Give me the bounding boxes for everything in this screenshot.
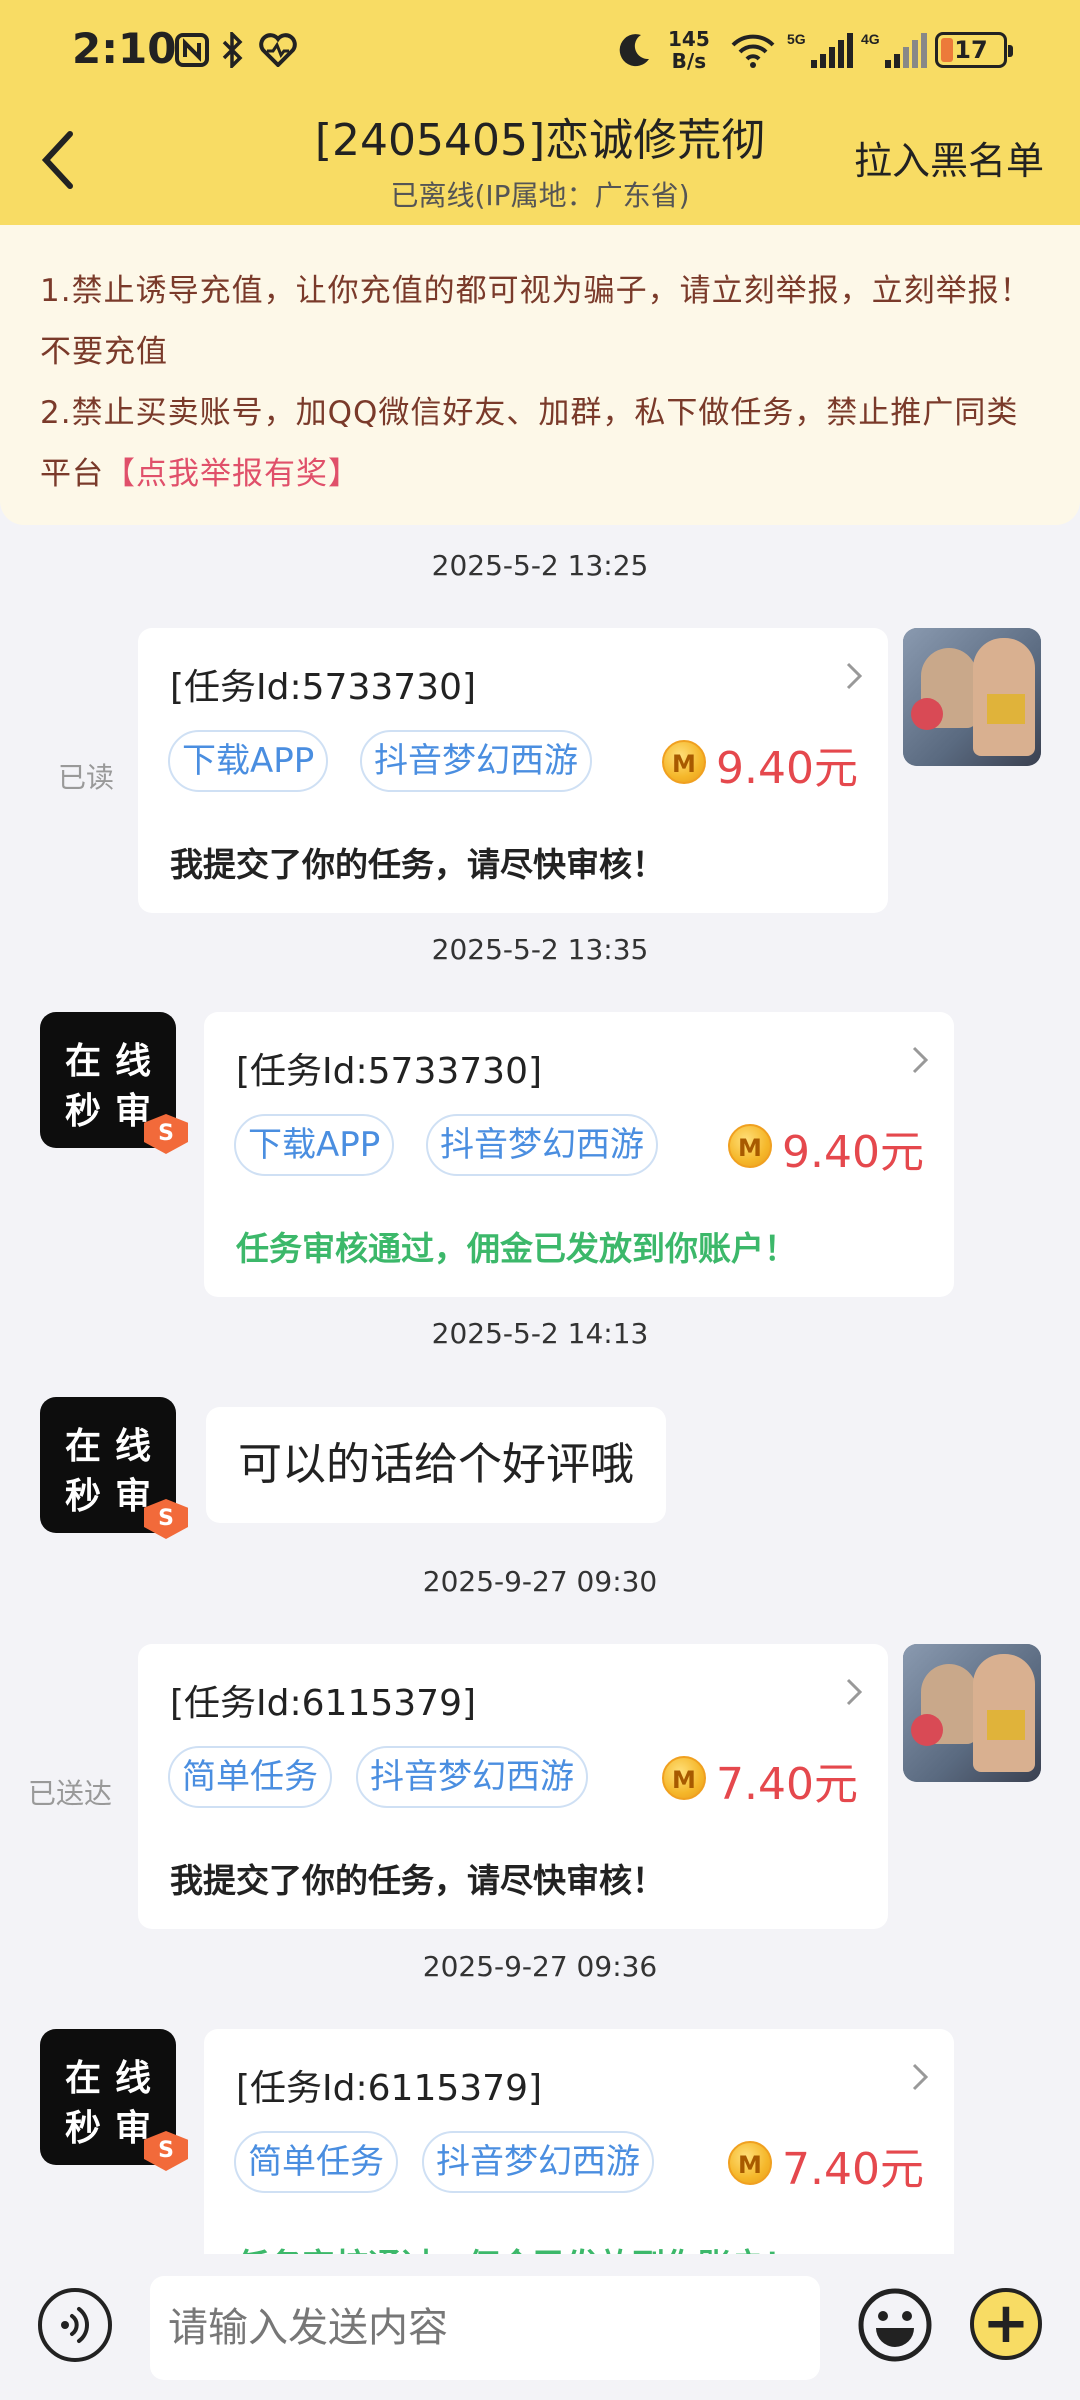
system-avatar[interactable]: 在线 秒审 S bbox=[40, 1012, 188, 1154]
svg-text:4G: 4G bbox=[861, 31, 880, 47]
read-status: 已送达 bbox=[28, 1777, 113, 1810]
notice-line-2: 2.禁止买卖账号，加QQ微信好友、加群，私下做任务，禁止推广同类平台【点我举报有… bbox=[40, 395, 1019, 492]
chat-header: 2:10 145 B/s 5G 4G 17 [2405405]恋诚修荒彻 已离线… bbox=[0, 0, 1080, 225]
coin-icon: M bbox=[662, 740, 706, 784]
coin-icon: M bbox=[728, 2141, 772, 2185]
signal-4g-icon: 4G bbox=[860, 28, 928, 72]
message-timestamp: 2025-5-2 13:35 bbox=[431, 933, 649, 966]
chevron-right-icon bbox=[842, 656, 866, 696]
card-message: 我提交了你的任务，请尽快审核！ bbox=[170, 845, 665, 884]
task-tag: 简单任务 bbox=[234, 2131, 398, 2193]
task-price: 7.40元 bbox=[716, 1759, 858, 1810]
system-avatar[interactable]: 在线 秒审 S bbox=[40, 2029, 188, 2171]
task-tag: 简单任务 bbox=[168, 1746, 332, 1808]
task-tag: 抖音梦幻西游 bbox=[426, 1114, 658, 1176]
chevron-right-icon bbox=[908, 2057, 932, 2097]
svg-text:5G: 5G bbox=[787, 31, 806, 47]
task-price: 9.40元 bbox=[716, 743, 858, 794]
moon-icon bbox=[612, 28, 656, 72]
task-id: [任务Id:5733730] bbox=[236, 1051, 543, 1092]
chat-title: [2405405]恋诚修荒彻 bbox=[314, 115, 766, 166]
voice-icon bbox=[61, 2307, 89, 2343]
battery-icon: 17 bbox=[935, 32, 1013, 68]
plus-button[interactable]: + bbox=[970, 2288, 1042, 2360]
task-card[interactable]: [任务Id:6115379] 简单任务 抖音梦幻西游 M 7.40元 我提交了你… bbox=[138, 1644, 888, 1929]
warning-notice: 1.禁止诱导充值，让你充值的都可视为骗子，请立刻举报，立刻举报！不要充值 2.禁… bbox=[0, 225, 1080, 525]
message-timestamp: 2025-9-27 09:36 bbox=[422, 1950, 658, 1983]
status-bar: 2:10 145 B/s 5G 4G 17 bbox=[0, 0, 1080, 100]
message-timestamp: 2025-5-2 13:25 bbox=[431, 549, 649, 582]
chevron-right-icon bbox=[908, 1040, 932, 1080]
blacklist-button[interactable]: 拉入黑名单 bbox=[854, 130, 1044, 185]
message-input[interactable] bbox=[150, 2276, 820, 2380]
voice-input-button[interactable] bbox=[38, 2288, 112, 2362]
signal-5g-icon: 5G bbox=[786, 28, 854, 72]
wifi-icon bbox=[728, 28, 778, 72]
nfc-icon bbox=[170, 28, 214, 72]
user-avatar[interactable] bbox=[903, 1644, 1041, 1782]
chevron-right-icon bbox=[842, 1672, 866, 1712]
task-price: 9.40元 bbox=[782, 1127, 924, 1178]
notice-line-1: 1.禁止诱导充值，让你充值的都可视为骗子，请立刻举报，立刻举报！不要充值 bbox=[40, 273, 1032, 370]
battery-level: 17 bbox=[954, 36, 988, 64]
read-status: 已读 bbox=[58, 761, 115, 794]
heart-rate-icon bbox=[256, 28, 300, 72]
text-message[interactable]: 可以的话给个好评哦 bbox=[206, 1407, 666, 1523]
network-speed: 145 B/s bbox=[668, 27, 710, 73]
task-tag: 抖音梦幻西游 bbox=[422, 2131, 654, 2193]
bluetooth-icon bbox=[214, 28, 250, 72]
message-timestamp: 2025-5-2 14:13 bbox=[431, 1317, 649, 1350]
smiley-icon bbox=[858, 2288, 932, 2362]
task-id: [任务Id:6115379] bbox=[170, 1683, 477, 1724]
task-card[interactable]: [任务Id:5733730] 下载APP 抖音梦幻西游 M 9.40元 我提交了… bbox=[138, 628, 888, 913]
task-card[interactable]: [任务Id:5733730] 下载APP 抖音梦幻西游 M 9.40元 任务审核… bbox=[204, 1012, 954, 1297]
system-avatar[interactable]: 在线 秒审 S bbox=[40, 1397, 188, 1539]
emoji-button[interactable] bbox=[858, 2288, 932, 2362]
task-id: [任务Id:6115379] bbox=[236, 2068, 543, 2109]
user-avatar[interactable] bbox=[903, 628, 1041, 766]
task-tag: 抖音梦幻西游 bbox=[360, 730, 592, 792]
status-time: 2:10 bbox=[72, 24, 177, 73]
back-button[interactable] bbox=[28, 120, 88, 200]
chevron-left-icon bbox=[41, 131, 73, 189]
task-tag: 抖音梦幻西游 bbox=[356, 1746, 588, 1808]
report-link[interactable]: 【点我举报有奖】 bbox=[104, 456, 360, 492]
task-price: 7.40元 bbox=[782, 2144, 924, 2195]
coin-icon: M bbox=[662, 1756, 706, 1800]
message-timestamp: 2025-9-27 09:30 bbox=[422, 1565, 658, 1598]
task-tag: 下载APP bbox=[168, 730, 329, 792]
task-id: [任务Id:5733730] bbox=[170, 667, 477, 708]
chat-subtitle: 已离线(IP属地：广东省) bbox=[390, 179, 690, 212]
input-bar: + bbox=[0, 2254, 1080, 2400]
card-message: 我提交了你的任务，请尽快审核！ bbox=[170, 1861, 665, 1900]
coin-icon: M bbox=[728, 1124, 772, 1168]
card-message: 任务审核通过，佣金已发放到你账户！ bbox=[236, 1229, 797, 1268]
task-tag: 下载APP bbox=[234, 1114, 395, 1176]
battery-cap bbox=[1008, 45, 1013, 57]
